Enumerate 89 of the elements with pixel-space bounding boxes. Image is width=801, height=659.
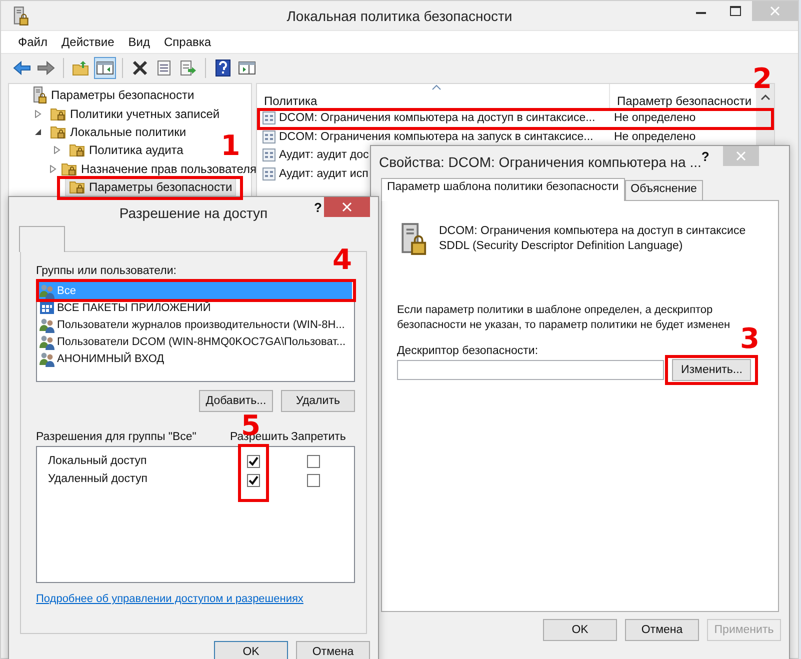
tree-item[interactable]: Параметры безопасности [65,178,236,196]
close-button[interactable] [324,197,370,217]
tree-pane-icon [96,60,114,76]
group-item[interactable]: Пользователи DCOM (WIN-8HMQ0KOC7GA\Пользоват... [39,333,352,350]
users-icon [39,282,55,298]
expand-icon[interactable] [34,110,42,118]
folder-up-icon [72,60,90,76]
action-pane-icon [238,60,256,76]
callout-number: 2 [752,67,772,91]
server-lock-icon [31,86,47,104]
menu-item[interactable]: Файл [11,33,55,51]
close-icon [770,6,780,16]
help-button[interactable]: ? [314,200,322,215]
forward-arrow-icon [37,60,55,76]
menu-item[interactable]: Вид [121,33,157,51]
app-packages-icon [39,300,55,316]
column-header: Запретить [291,431,346,443]
policy-name: DCOM: Ограничения компьютера на доступ в синтаксисе SDDL (Security Descriptor Definition Language) [439,224,747,254]
close-icon [736,151,746,161]
menu-item[interactable]: Справка [157,33,218,51]
permission-name: Удаленный доступ [48,472,148,487]
highlight-frame [238,444,269,502]
delete-icon [131,60,149,76]
checkbox[interactable] [307,455,320,468]
setting-cell-text: Не определено [613,112,696,124]
scroll-up-icon[interactable] [760,94,770,100]
checkbox[interactable] [307,474,320,487]
setting-cell-text: Не определено [613,130,696,143]
expand-icon[interactable] [49,164,57,173]
list-label: Группы или пользователи: [36,265,178,277]
server-lock-icon [11,6,29,26]
tree-item[interactable]: Политики учетных записей [46,104,224,123]
policy-icon [262,167,276,182]
column-header[interactable]: Параметр безопасности [610,84,750,108]
users-icon [39,350,55,366]
change-button[interactable]: Изменить... [672,359,752,381]
dialog-button[interactable]: Отмена [296,641,370,659]
tree-item[interactable]: Назначение прав пользователя [57,160,261,178]
callout-number: 1 [220,134,240,158]
dialog-button[interactable]: Добавить... [199,390,273,412]
folder-lock-icon [50,106,66,122]
tree-item[interactable]: Локальные политики [46,122,190,141]
input-field[interactable] [397,360,664,380]
permission-name: Локальный доступ [48,454,148,469]
folder-lock-icon [69,142,85,158]
tree-item[interactable]: Политика аудита [65,141,188,160]
window-title: Локальная политика безопасности [286,8,512,24]
tree-item[interactable]: Параметры безопасности [27,85,198,106]
folder-lock-icon [50,124,66,140]
dialog-title: Разрешение на доступ [119,205,268,221]
toolbar-button[interactable] [94,56,116,78]
dialog-button[interactable]: Удалить [281,390,355,412]
tab[interactable]: Объяснение [624,180,703,200]
policy-icon [262,130,276,144]
callout-number: 3 [740,327,760,351]
field-label: Дескриптор безопасности: [397,345,540,357]
dialog-button[interactable]: OK [543,619,617,641]
checkbox[interactable] [247,474,260,487]
dialog-button[interactable]: OK [214,641,288,659]
folder-lock-icon [69,179,85,196]
policy-icon [262,148,276,162]
folder-lock-icon [61,160,77,177]
help-icon [215,58,231,76]
dialog-button[interactable]: Отмена [625,619,699,641]
back-arrow-icon [13,60,31,76]
close-icon [342,202,352,212]
help-link[interactable]: Подробнее об управлении доступом и разрешениях [36,593,304,605]
note-text: Если параметр политики в шаблоне определен, а дескриптор безопасности не указан, то параметр политики не будет изменен [397,303,732,333]
group-item[interactable]: Пользователи журналов производительности (WIN-8H... [39,316,352,333]
properties-icon [155,60,173,76]
tab[interactable]: Параметр шаблона политики безопасности [381,178,625,201]
sort-caret-icon [432,85,441,90]
users-icon [39,334,55,350]
checkbox[interactable] [247,455,260,468]
group-item[interactable]: АНОНИМНЫЙ ВХОД [39,350,352,367]
permissions-label: Разрешения для группы "Все" [36,431,198,443]
dialog-title: Свойства: DCOM: Ограничения компьютера на ... [379,154,702,170]
column-header[interactable]: Политика [257,84,610,108]
group-item[interactable]: ВСЕ ПАКЕТЫ ПРИЛОЖЕНИЙ [39,299,352,316]
menu-item[interactable]: Действие [54,33,122,51]
policy-icon [262,111,276,126]
help-button[interactable]: ? [701,149,710,164]
export-list-icon [179,60,197,76]
expand-icon[interactable] [53,146,61,154]
collapse-icon[interactable] [34,128,42,136]
users-icon [39,316,55,332]
callout-number: 4 [332,248,352,272]
maximize-icon [730,6,740,16]
policy-cell: DCOM: Ограничения компьютера на запуск в синтаксисе... [257,130,610,144]
